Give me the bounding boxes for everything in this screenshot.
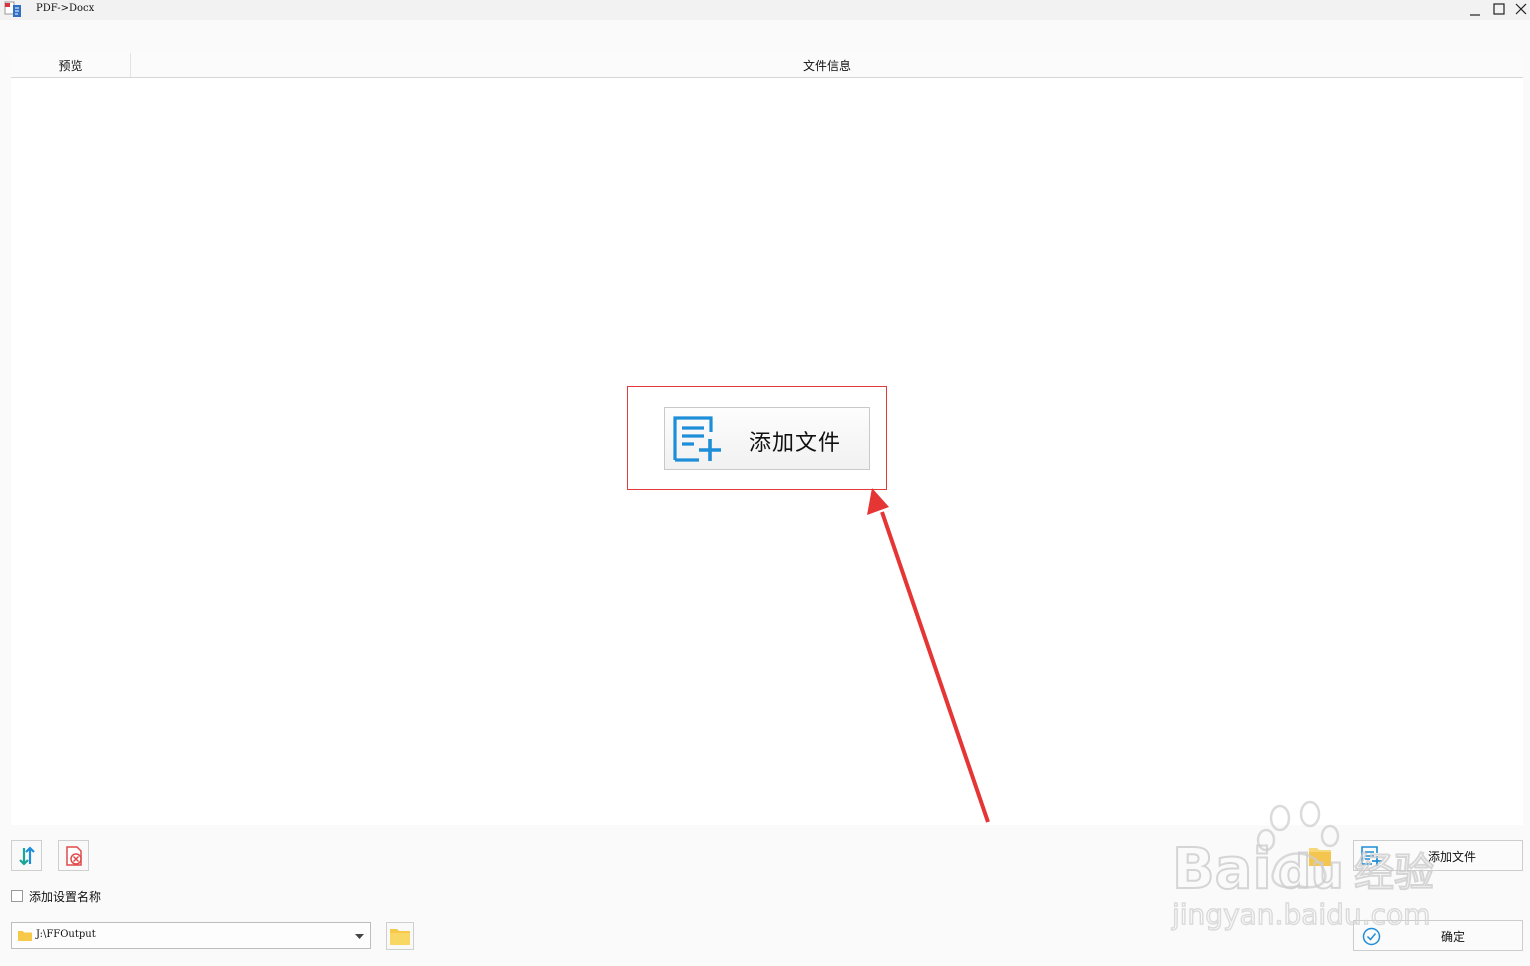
open-folder-icon: [1309, 848, 1331, 866]
app-window: PDF->Docx 预览 文件信息 添加文件 添加设置名称 J:\FFOutpu…: [0, 0, 1530, 966]
ok-label: 确定: [1441, 930, 1466, 944]
add-file-icon: [1361, 846, 1382, 866]
open-folder-icon: [390, 929, 410, 945]
add-file-button[interactable]: 添加文件: [1353, 840, 1523, 871]
list-header: 预览 文件信息: [11, 53, 1523, 78]
open-output-button[interactable]: [1305, 840, 1335, 870]
add-file-center-label: 添加文件: [749, 431, 842, 456]
minimize-icon: [1470, 14, 1480, 16]
ok-button[interactable]: 确定: [1353, 920, 1523, 951]
add-file-label: 添加文件: [1428, 850, 1477, 864]
close-icon: [1515, 3, 1527, 15]
add-setting-name-checkbox[interactable]: [11, 890, 23, 902]
add-file-center-button[interactable]: 添加文件: [664, 407, 870, 470]
clear-list-icon: [66, 846, 82, 866]
folder-icon: [18, 931, 32, 941]
clear-list-button[interactable]: [58, 840, 89, 871]
column-header-file-info[interactable]: 文件信息: [131, 53, 1523, 77]
add-file-icon: [673, 416, 721, 462]
column-header-preview[interactable]: 预览: [11, 53, 131, 77]
add-setting-name-label[interactable]: 添加设置名称: [29, 888, 101, 905]
app-logo-icon: [4, 1, 21, 17]
window-title: PDF->Docx: [36, 3, 95, 14]
svg-text:Bai: Bai: [1172, 837, 1272, 902]
sort-icon: [19, 846, 35, 866]
close-button[interactable]: [1510, 0, 1530, 20]
maximize-icon: [1493, 3, 1505, 15]
sort-button[interactable]: [11, 840, 42, 871]
title-bar: PDF->Docx: [0, 0, 1530, 20]
file-list[interactable]: 预览 文件信息 添加文件: [11, 53, 1523, 825]
output-folder-path: J:\FFOutput: [36, 929, 96, 940]
browse-folder-button[interactable]: [386, 922, 414, 950]
check-circle-icon: [1362, 927, 1381, 946]
maximize-button[interactable]: [1488, 0, 1510, 20]
output-folder-select[interactable]: J:\FFOutput: [11, 922, 371, 949]
minimize-button[interactable]: [1464, 0, 1486, 20]
chevron-down-icon: [355, 934, 364, 939]
